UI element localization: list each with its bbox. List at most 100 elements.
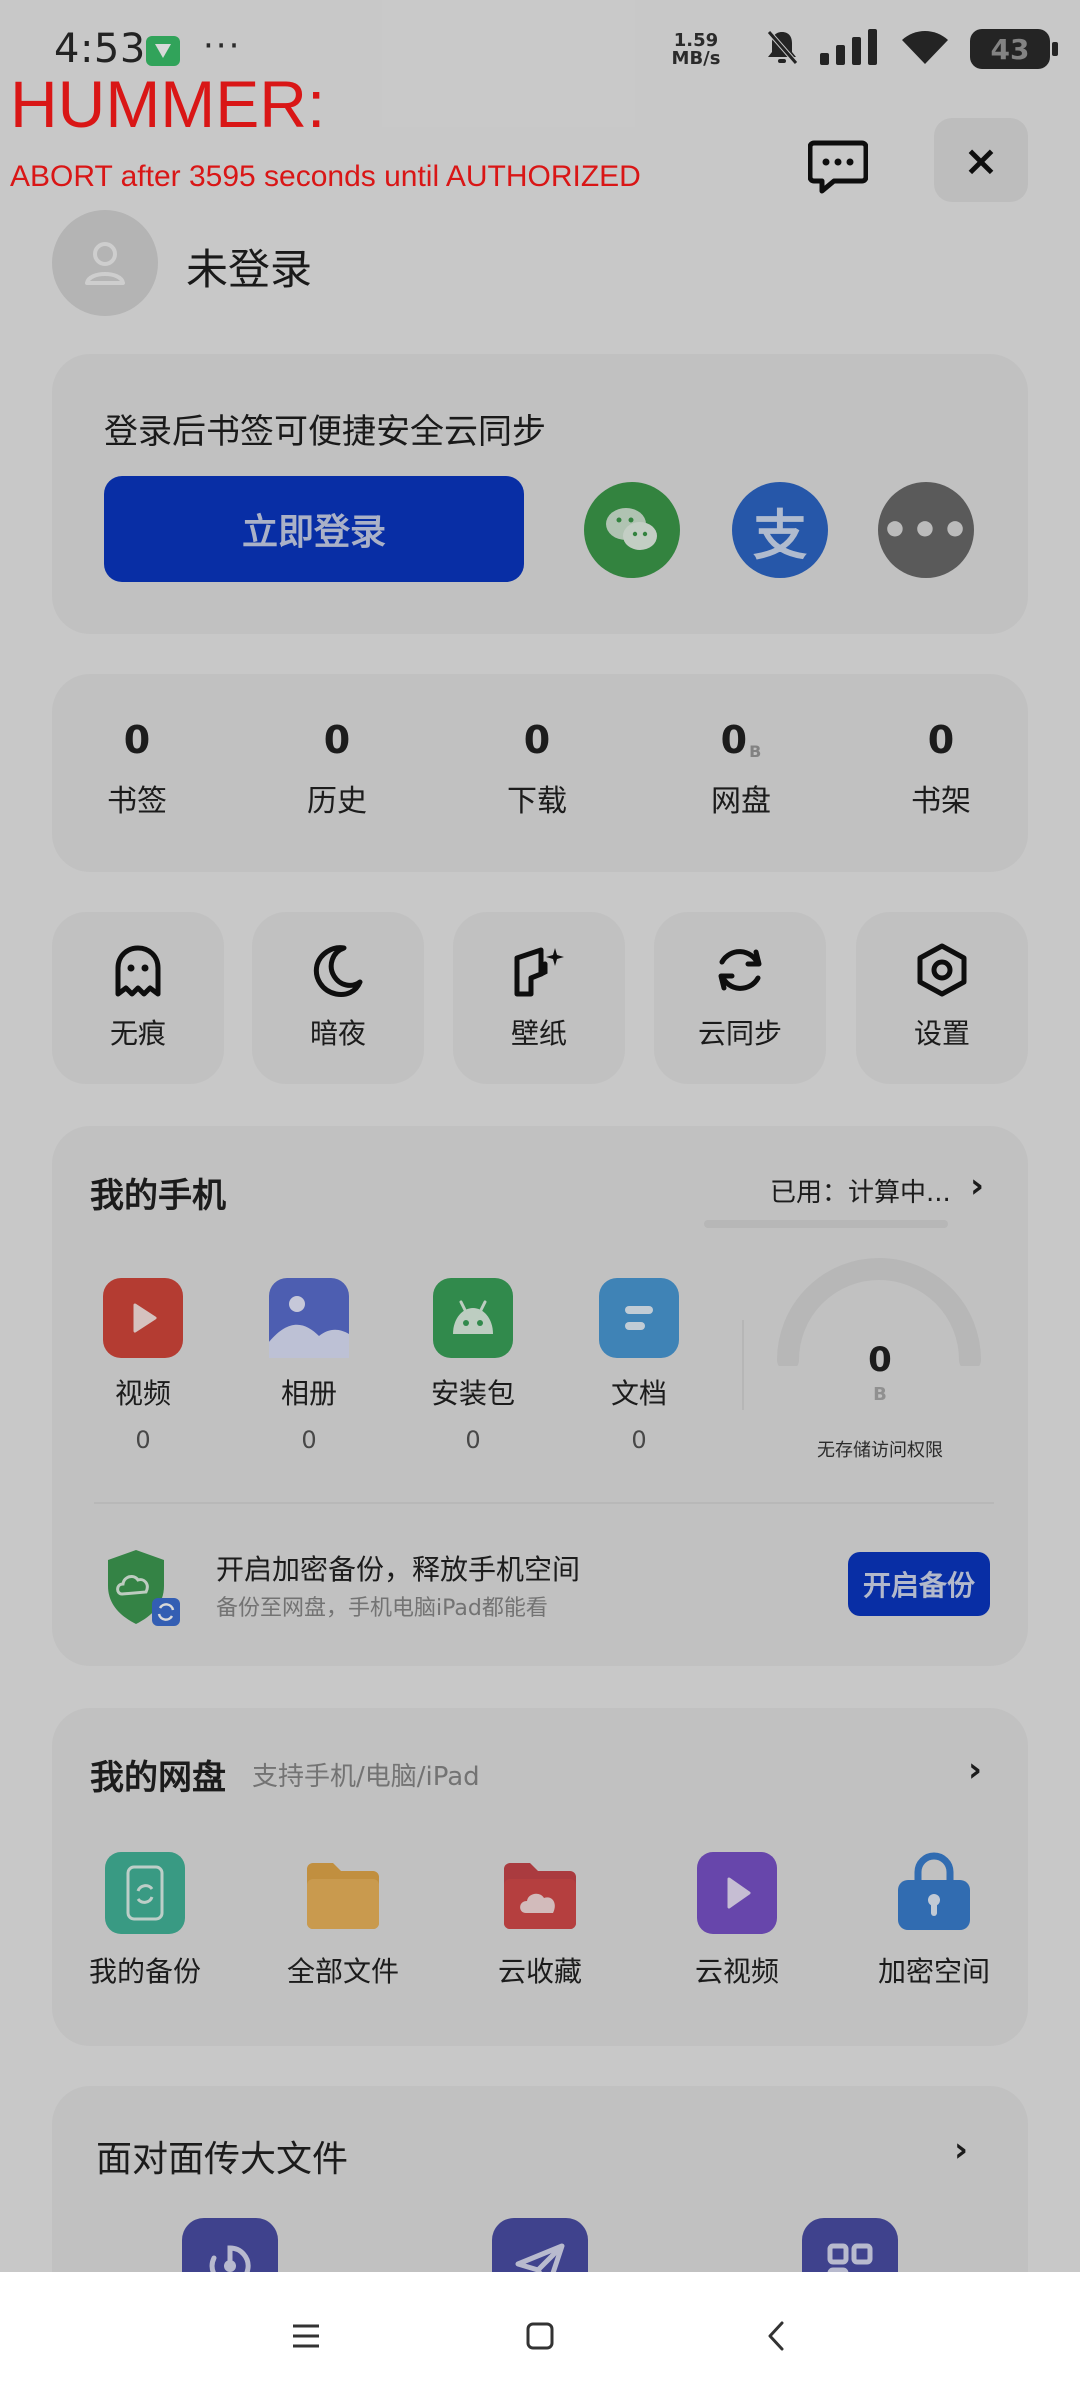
phone-item-label: 安装包 — [430, 1377, 515, 1410]
disk-item-encrypted-space[interactable]: 加密空间 — [849, 1852, 1019, 1990]
disk-item-label: 全部文件 — [286, 1955, 399, 1988]
phone-item-count: 0 — [465, 1426, 481, 1454]
more-login-options-button[interactable]: ••• — [878, 482, 974, 578]
my-cloud-disk-title[interactable]: 我的网盘 — [90, 1750, 226, 1799]
login-button[interactable]: 立即登录 — [104, 476, 524, 582]
document-icon — [599, 1278, 679, 1358]
tool-label: 壁纸 — [510, 1017, 567, 1050]
app-notification-icon — [146, 36, 180, 66]
enable-backup-button[interactable]: 开启备份 — [848, 1552, 990, 1616]
more-icon: ••• — [880, 504, 972, 556]
my-cloud-disk-subtitle: 支持手机/电脑/iPad — [252, 1762, 480, 1792]
phone-item-label: 相册 — [280, 1377, 337, 1410]
wallpaper-icon — [514, 947, 564, 997]
tool-label: 设置 — [913, 1017, 970, 1050]
back-nav-button[interactable] — [746, 2306, 806, 2366]
close-icon: × — [963, 135, 999, 185]
tool-cloud-sync[interactable]: 云同步 — [654, 912, 826, 1084]
cloud-folder-icon — [500, 1852, 580, 1934]
storage-gauge-value: 0 — [868, 1340, 892, 1380]
disk-item-label: 云视频 — [694, 1955, 779, 1988]
chat-icon — [808, 140, 868, 194]
overlay-message: ABORT after 3595 seconds until AUTHORIZE… — [10, 160, 641, 193]
tool-wallpaper[interactable]: 壁纸 — [453, 912, 625, 1084]
network-speed-unit: MB/s — [671, 48, 721, 69]
album-icon — [269, 1278, 349, 1358]
signal-icon — [820, 29, 880, 69]
android-icon — [433, 1278, 513, 1358]
stat-downloads[interactable]: 0 下载 — [462, 718, 612, 820]
wechat-icon — [606, 508, 657, 550]
face-to-face-title[interactable]: 面对面传大文件 — [96, 2130, 348, 2182]
tool-incognito[interactable]: 无痕 — [52, 912, 224, 1084]
moon-icon — [313, 945, 363, 997]
backup-promo-subtitle: 备份至网盘，手机电脑iPad都能看 — [216, 1596, 548, 1621]
alipay-icon: 支 — [753, 503, 807, 567]
stat-bookshelf[interactable]: 0 书架 — [866, 718, 1016, 820]
disk-item-cloud-favorites[interactable]: 云收藏 — [455, 1852, 625, 1990]
encrypted-backup-icon — [102, 1546, 184, 1630]
backup-phone-icon — [105, 1852, 185, 1934]
backup-promo-title: 开启加密备份，释放手机空间 — [216, 1553, 581, 1586]
login-hint: 登录后书签可便捷安全云同步 — [104, 412, 546, 452]
login-status[interactable]: 未登录 — [186, 236, 312, 297]
wifi-icon — [900, 28, 950, 70]
storage-gauge-unit: B — [873, 1384, 887, 1405]
storage-used-text[interactable]: 已用：计算中... — [770, 1172, 951, 1209]
ghost-icon — [115, 945, 161, 997]
chevron-right-icon[interactable]: › — [968, 1750, 982, 1790]
disk-item-label: 加密空间 — [877, 1955, 990, 1988]
phone-item-video[interactable]: 视频 0 — [88, 1278, 198, 1454]
stat-label: 书架 — [911, 784, 971, 819]
storage-progress-bar — [704, 1220, 948, 1228]
stat-value: 0 — [323, 718, 351, 762]
stat-label: 历史 — [307, 784, 367, 819]
cloud-video-icon — [697, 1852, 777, 1934]
overlay-title: HUMMER: — [10, 67, 326, 141]
phone-item-count: 0 — [301, 1426, 317, 1454]
chevron-right-icon[interactable]: › — [970, 1166, 984, 1206]
user-icon — [85, 242, 125, 285]
storage-permission-note[interactable]: 无存储访问权限 — [780, 1436, 980, 1462]
stat-value: 0 — [927, 718, 955, 762]
disk-item-cloud-video[interactable]: 云视频 — [652, 1852, 822, 1990]
tool-label: 无痕 — [109, 1017, 166, 1050]
disk-item-my-backup[interactable]: 我的备份 — [60, 1852, 230, 1990]
stat-bookmarks[interactable]: 0 书签 — [62, 718, 212, 820]
tool-settings[interactable]: 设置 — [856, 912, 1028, 1084]
avatar[interactable] — [52, 210, 158, 316]
stat-unit: B — [749, 742, 762, 761]
stat-value: 0 — [523, 718, 551, 762]
phone-item-documents[interactable]: 文档 0 — [584, 1278, 694, 1454]
lock-icon — [894, 1852, 974, 1934]
stat-value: 0 — [720, 718, 748, 762]
stat-label: 下载 — [507, 784, 567, 819]
tool-label: 暗夜 — [309, 1017, 366, 1050]
bell-muted-icon — [764, 28, 800, 70]
tool-dark-mode[interactable]: 暗夜 — [252, 912, 424, 1084]
phone-item-count: 0 — [631, 1426, 647, 1454]
folder-icon — [303, 1852, 383, 1934]
home-nav-button[interactable] — [510, 2306, 570, 2366]
alipay-login-button[interactable]: 支 — [732, 482, 828, 578]
phone-item-album[interactable]: 相册 0 — [254, 1278, 364, 1454]
more-notifications-icon: ··· — [203, 26, 242, 66]
disk-item-label: 云收藏 — [497, 1955, 582, 1988]
phone-item-apk[interactable]: 安装包 0 — [418, 1278, 528, 1454]
battery-indicator: 43 — [970, 29, 1058, 69]
status-icons: 43 — [764, 28, 1058, 70]
wechat-login-button[interactable] — [584, 482, 680, 578]
disk-item-label: 我的备份 — [88, 1955, 201, 1988]
stat-history[interactable]: 0 历史 — [262, 718, 412, 820]
phone-item-label: 文档 — [610, 1377, 667, 1410]
close-button[interactable]: × — [934, 118, 1028, 202]
stat-label: 网盘 — [711, 784, 771, 819]
tool-label: 云同步 — [697, 1017, 782, 1050]
disk-item-all-files[interactable]: 全部文件 — [258, 1852, 428, 1990]
message-button[interactable] — [790, 118, 886, 214]
stat-cloud-disk[interactable]: 0B 网盘 — [666, 718, 816, 820]
stat-value: 0 — [123, 718, 151, 762]
menu-nav-button[interactable] — [276, 2306, 336, 2366]
video-icon — [103, 1278, 183, 1358]
chevron-right-icon[interactable]: › — [954, 2130, 968, 2170]
